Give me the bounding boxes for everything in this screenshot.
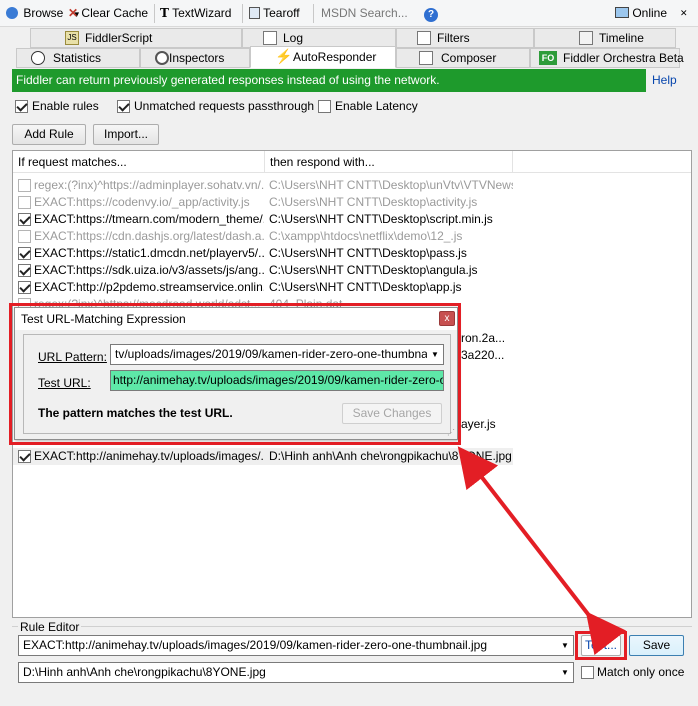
lightning-icon: ⚡ — [275, 48, 293, 64]
annotation-arrow — [457, 446, 627, 656]
tab-autoresponder[interactable]: ⚡ AutoResponder — [250, 46, 396, 68]
